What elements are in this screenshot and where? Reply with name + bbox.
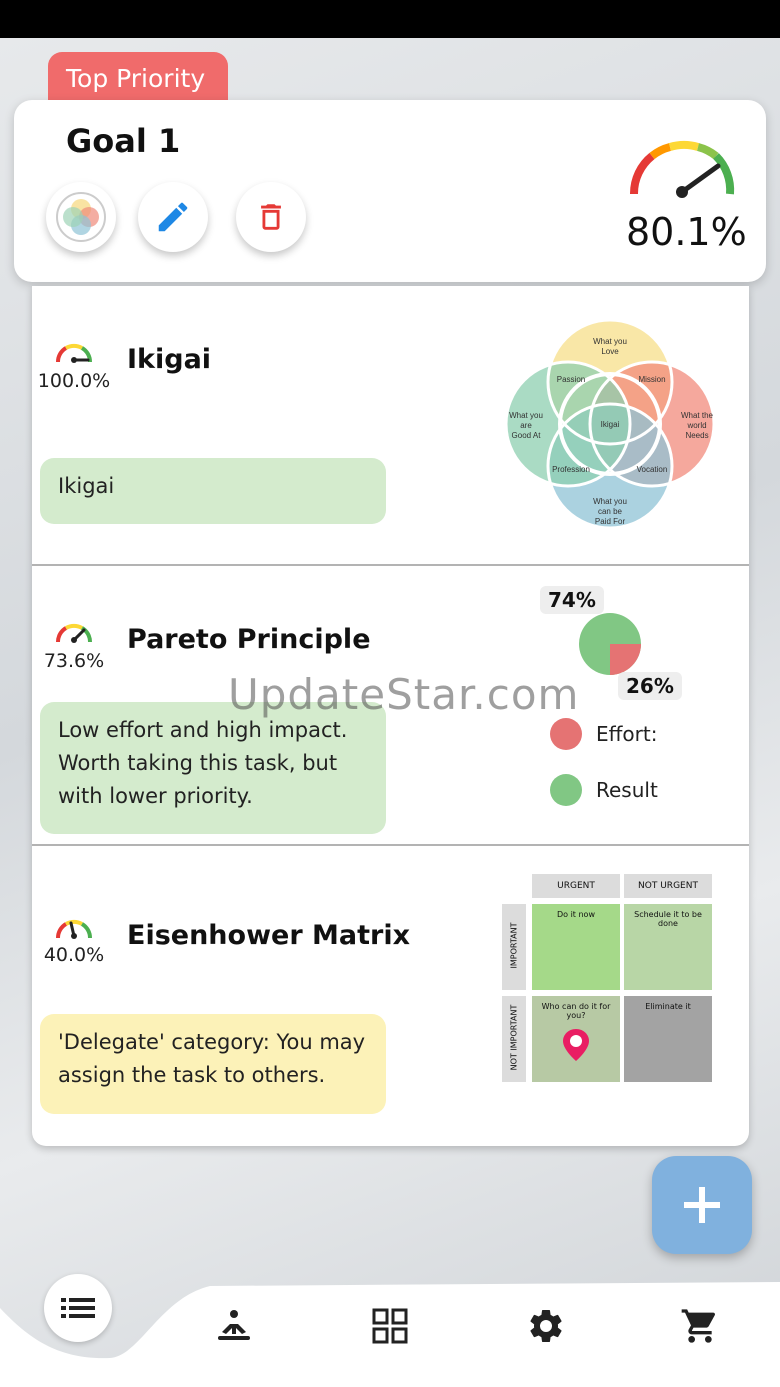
goal-card[interactable]: Goal 1 80.1%: [14, 100, 766, 282]
task-gauge: [55, 343, 93, 363]
ikigai-vocation: Vocation: [637, 465, 668, 474]
pareto-small-pct: 26%: [618, 672, 682, 700]
ikigai-paid: What you: [593, 497, 627, 506]
matrix-col-urgent: URGENT: [532, 874, 620, 898]
task-card[interactable]: 40.0% Eisenhower Matrix 'Delegate' categ…: [32, 846, 749, 1146]
svg-text:Love: Love: [601, 347, 619, 356]
delete-button[interactable]: [236, 182, 306, 252]
matrix-cell-schedule: Schedule it to be done: [624, 904, 712, 990]
location-pin-icon: [563, 1029, 589, 1061]
ikigai-mission: Mission: [638, 375, 665, 384]
matrix-row-important: IMPORTANT: [509, 922, 519, 969]
goal-title: Goal 1: [66, 122, 181, 160]
goal-gauge-needle: [679, 163, 721, 195]
edit-button[interactable]: [138, 182, 208, 252]
task-title: Eisenhower Matrix: [127, 920, 411, 951]
settings-icon[interactable]: [526, 1306, 566, 1346]
legend-effort: Effort:: [596, 722, 658, 746]
task-gauge: [55, 623, 93, 643]
goal-gauge: [629, 140, 735, 198]
matrix-col-not-urgent: NOT URGENT: [624, 874, 712, 898]
legend-result: Result: [596, 778, 658, 802]
svg-text:are: are: [520, 421, 532, 430]
trash-icon: [261, 204, 281, 230]
task-card[interactable]: 100.0% Ikigai Ikigai What you Love What …: [32, 286, 749, 566]
task-progress: 100.0%: [37, 370, 111, 392]
pencil-icon: [158, 202, 188, 232]
ikigai-love: What you: [593, 337, 627, 346]
ikigai-needs: What the: [681, 411, 714, 420]
ikigai-view-button[interactable]: [46, 182, 116, 252]
task-progress: 40.0%: [43, 944, 105, 966]
svg-text:Needs: Needs: [685, 431, 708, 440]
nav-list[interactable]: [44, 1274, 112, 1342]
ikigai-center: Ikigai: [601, 420, 620, 429]
task-title: Ikigai: [127, 344, 212, 375]
task-title: Pareto Principle: [127, 624, 371, 655]
legend-effort-dot: [550, 718, 582, 750]
dashboard-icon[interactable]: [370, 1306, 410, 1346]
svg-text:Good At: Good At: [512, 431, 542, 440]
task-progress: 73.6%: [43, 650, 105, 672]
svg-text:can be: can be: [598, 507, 623, 516]
ikigai-diagram: What you Love What the world Needs What …: [504, 320, 716, 530]
pareto-big-pct: 74%: [540, 586, 604, 614]
ikigai-profession: Profession: [552, 465, 590, 474]
matrix-row-not-important: NOT IMPORTANT: [509, 1004, 519, 1071]
list-icon: [61, 1298, 95, 1318]
meditation-icon[interactable]: [214, 1306, 254, 1346]
eisenhower-matrix: URGENT NOT URGENT IMPORTANT NOT IMPORTAN…: [502, 874, 712, 1086]
goal-progress: 80.1%: [626, 210, 747, 254]
matrix-cell-do: Do it now: [532, 904, 620, 990]
task-note: 'Delegate' category: You may assign the …: [40, 1014, 386, 1114]
matrix-cell-eliminate: Eliminate it: [624, 996, 712, 1082]
watermark: UpdateStar.com: [228, 670, 580, 719]
ikigai-good: What you: [509, 411, 543, 420]
plus-icon: [684, 1187, 720, 1223]
ikigai-icon: [56, 192, 106, 242]
cart-icon[interactable]: [680, 1306, 720, 1346]
svg-text:Paid For: Paid For: [595, 517, 626, 526]
task-gauge: [55, 919, 93, 939]
task-note: Low effort and high impact. Worth taking…: [40, 702, 386, 834]
pareto-pie: [579, 613, 641, 675]
task-note: Ikigai: [40, 458, 386, 524]
ikigai-passion: Passion: [557, 375, 585, 384]
status-bar: [0, 0, 780, 38]
legend-result-dot: [550, 774, 582, 806]
svg-text:world: world: [686, 421, 706, 430]
